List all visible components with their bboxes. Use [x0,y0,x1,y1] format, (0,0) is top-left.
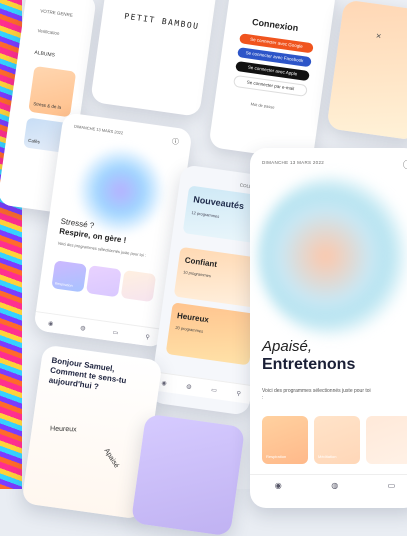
hero-date: DIMANCHE 13 MARS 2022 [262,160,325,165]
nav-home-icon[interactable]: ◉ [48,319,54,327]
hero-tile-2[interactable]: Méditation [314,416,360,464]
menu-chip-cafes-label: Cafés [27,137,41,145]
info-icon[interactable]: ⓘ [403,158,407,171]
nav-home-icon[interactable]: ◉ [161,379,167,387]
nav-explore-icon[interactable]: ◍ [80,324,86,332]
menu-chip-stress-label: Stress & de la [33,101,62,111]
stress-tile-1-label: Respiration [54,281,73,288]
stress-tile-2[interactable] [85,265,122,298]
login-title: Connexion [251,16,299,34]
stress-tile-1[interactable]: Respiration [51,260,87,293]
menu-chip-stress[interactable]: Stress & de la [28,65,77,118]
mood-nav-bar: ◉ ◍ ▭ ⚲ [150,371,253,404]
nav-library-icon[interactable]: ▭ [211,386,218,394]
mood-item-heureux-sub: 20 programmes [175,324,204,334]
nav-library-icon[interactable]: ▭ [112,328,119,336]
nav-library-icon[interactable]: ▭ [388,481,396,490]
nav-profile-icon[interactable]: ⚲ [145,333,150,341]
mood-item-heureux[interactable]: Heureux 20 programmes [165,302,257,366]
mood-item-confiant-sub: 10 programmes [182,269,212,279]
menu-label-genre: VOTRE GENRE [40,8,74,18]
nav-explore-icon[interactable]: ◍ [186,382,192,390]
hero-tile-3[interactable] [366,416,407,464]
nav-explore-icon[interactable]: ◍ [331,481,338,490]
close-icon[interactable]: ✕ [375,32,382,41]
brand-card: PETIT BAMBOU [90,0,220,117]
stress-tile-3[interactable] [120,269,157,303]
hero-gradient-orb [258,176,407,336]
hero-line2: Entretenons [262,356,356,373]
hero-line1: Apaisé, [262,338,313,355]
greeting-mood-2[interactable]: Apaisé [103,447,120,469]
mood-item-nouveautes-sub: 12 programmes [191,210,220,219]
info-icon[interactable]: ⓘ [171,136,179,147]
login-footer[interactable]: Mot de passe [250,101,274,109]
nav-home-icon[interactable]: ◉ [275,481,282,490]
greeting-text: Bonjour Samuel, Comment te sens-tu aujou… [48,355,127,392]
hero-tile-2-label: Méditation [318,454,337,459]
greeting-mood-1[interactable]: Heureux [50,426,77,434]
nav-profile-icon[interactable]: ⚲ [236,390,241,398]
hero-subtitle: Voici des programmes sélectionnés juste … [262,388,371,401]
hero-card: DIMANCHE 13 MARS 2022 ⓘ Apaisé, Entreten… [250,148,407,508]
stress-date: DIMANCHE 13 MARS 2022 [73,123,124,136]
stress-subtitle: Voici des programmes sélectionnés juste … [57,240,147,258]
hero-tile-1[interactable]: Respiration [262,416,308,464]
mood-item-heureux-title: Heureux [176,311,210,325]
hero-nav-bar: ◉ ◍ ▭ [250,474,407,495]
hero-tile-1-label: Respiration [266,454,287,459]
brand-logo: PETIT BAMBOU [123,11,201,32]
menu-label-verification: Verification [37,28,60,37]
menu-label-albums: ALBUMS [34,49,56,59]
mood-item-confiant-title: Confiant [184,255,218,269]
lilac-card [130,413,246,536]
mood-item-nouveautes-title: Nouveautés [192,194,245,212]
